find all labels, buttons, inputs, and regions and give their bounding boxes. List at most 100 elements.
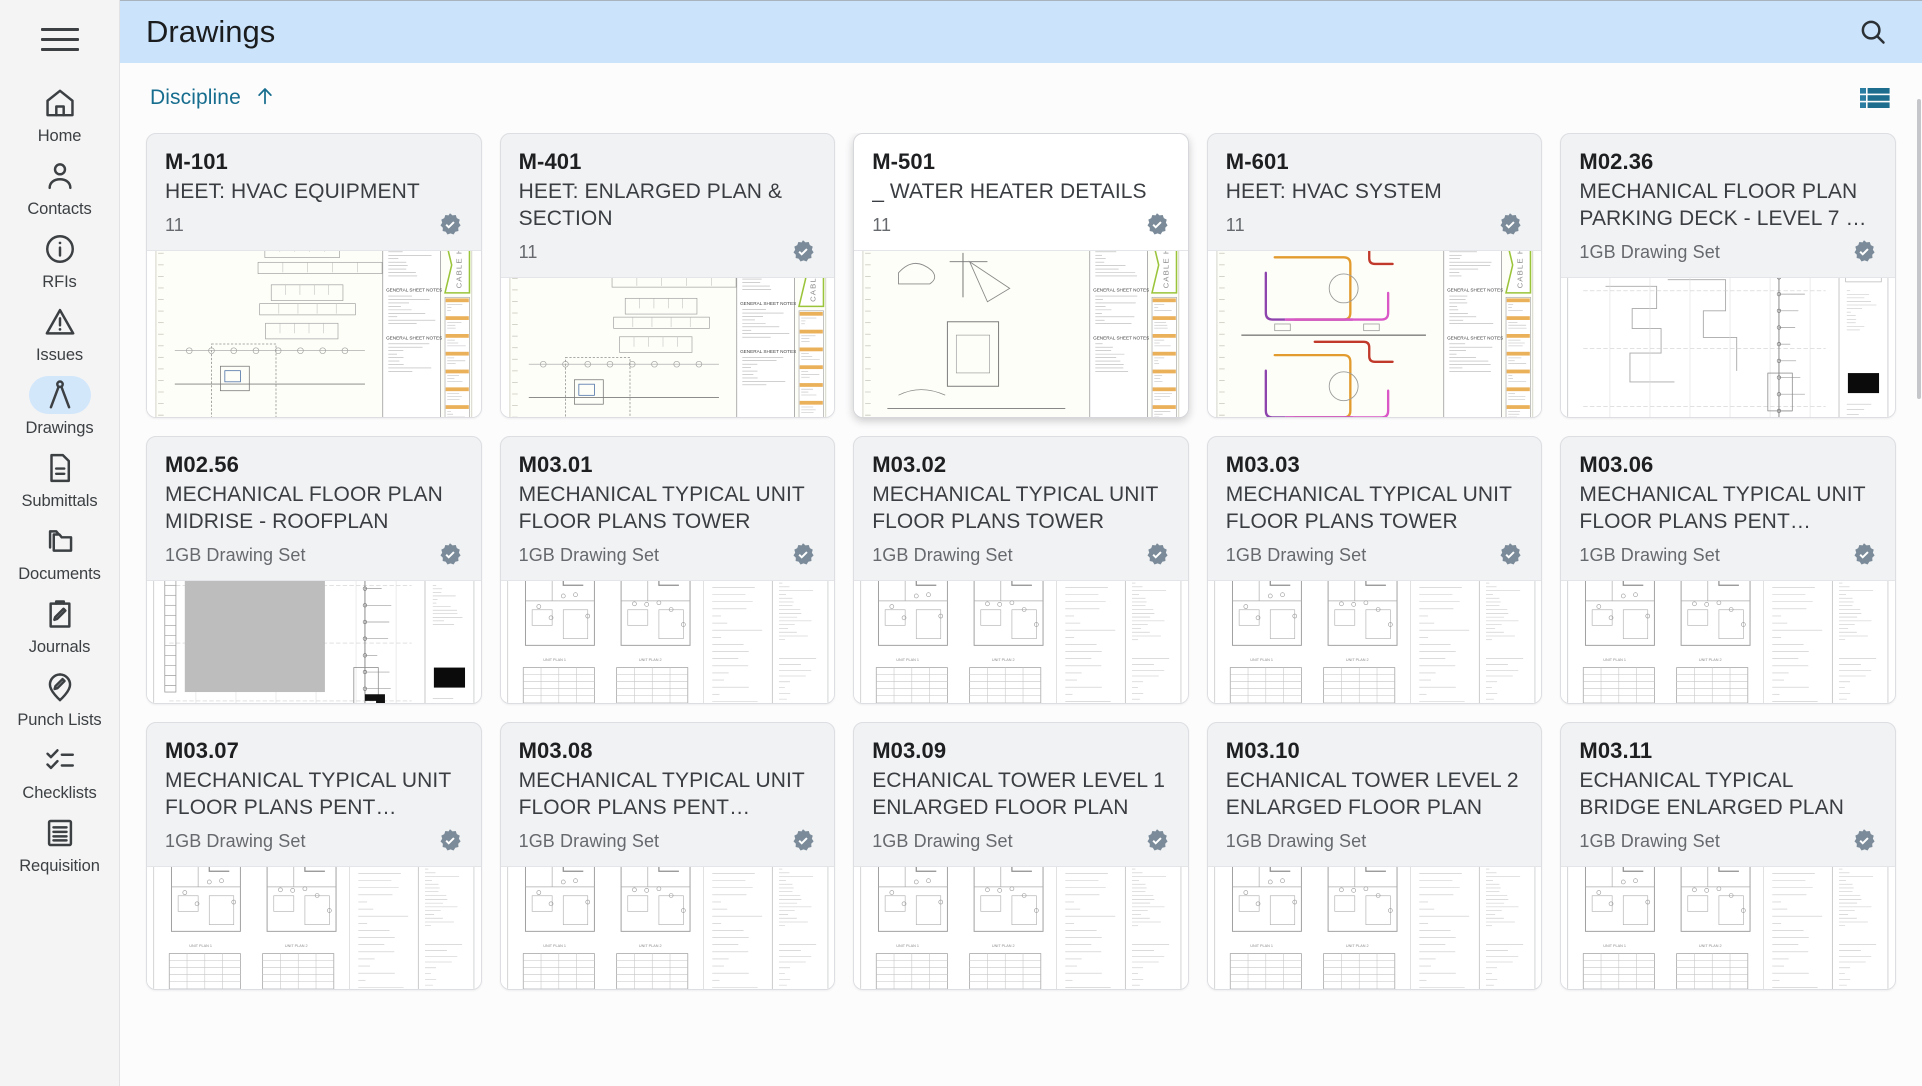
svg-text:GENERAL SHEET NOTES: GENERAL SHEET NOTES — [1093, 335, 1149, 340]
clipboard-pencil-icon — [29, 595, 91, 633]
verified-badge-icon — [1500, 213, 1522, 235]
drawing-thumbnail[interactable]: UNIT PLAN 1 UNIT PLAN 2 — [854, 866, 1188, 989]
drawing-thumbnail[interactable]: UNIT PLAN 1 UNIT PLAN 2 — [1561, 866, 1895, 989]
search-icon[interactable] — [1850, 9, 1896, 55]
drawing-card[interactable]: M03.06 MECHANICAL TYPICAL UNIT FLOOR PLAN… — [1560, 436, 1896, 704]
drawing-title: MECHANICAL TYPICAL UNIT FLOOR PLANS TOWE… — [518, 483, 805, 533]
sidebar-item-documents[interactable]: Documents — [0, 516, 119, 589]
svg-text:UNIT PLAN 1: UNIT PLAN 1 — [189, 944, 212, 948]
drawing-meta-row: 1GB Drawing Set — [1226, 826, 1524, 856]
sidebar-item-checklists[interactable]: Checklists — [0, 735, 119, 808]
sort-discipline-button[interactable]: Discipline — [150, 84, 276, 113]
svg-text:UNIT PLAN 2: UNIT PLAN 2 — [1346, 658, 1369, 662]
drawing-thumbnail[interactable]: UNIT PLAN 1 UNIT PLAN 2 — [854, 580, 1188, 703]
pin-pencil-icon — [29, 668, 91, 706]
sidebar-item-issues[interactable]: Issues — [0, 297, 119, 370]
drawing-card[interactable]: M02.36 MECHANICAL FLOOR PLAN PARKING DECK… — [1560, 133, 1896, 418]
drawing-code: M02.36 — [1579, 149, 1654, 174]
sidebar-item-requisition[interactable]: Requisition — [0, 808, 119, 881]
drawing-thumbnail[interactable] — [1561, 277, 1895, 417]
sidebar-item-home[interactable]: Home — [0, 78, 119, 151]
drawing-thumbnail[interactable]: UNIT PLAN 1 UNIT PLAN 2 — [1207, 580, 1542, 703]
verified-badge-icon — [1854, 240, 1875, 262]
verified-badge-icon — [440, 213, 461, 235]
drawing-card[interactable]: M03.01 MECHANICAL TYPICAL UNIT FLOOR PLAN… — [499, 436, 836, 704]
sidebar-item-label: Journals — [28, 638, 91, 656]
drawing-card[interactable]: M-501 _ WATER HEATER DETAILS 11 GENERAL SHE… — [853, 133, 1189, 418]
drawing-meta: 1GB Drawing Set — [1579, 830, 1720, 851]
drawing-card[interactable]: M03.08 MECHANICAL TYPICAL UNIT FLOOR PLAN… — [499, 722, 836, 990]
verified-badge-icon — [790, 542, 816, 568]
sidebar-item-punch-lists[interactable]: Punch Lists — [0, 662, 119, 735]
sidebar-item-label: Contacts — [27, 200, 92, 218]
drawing-thumbnail[interactable]: GENERAL SHEET NOTESGENERAL SHEET NOTESGE… — [1207, 250, 1542, 417]
drawing-preview-svg: UNIT PLAN 1 UNIT PLAN 2 — [854, 581, 1188, 703]
drawing-meta-row: 1GB Drawing Set — [519, 826, 817, 856]
svg-text:UNIT PLAN 2: UNIT PLAN 2 — [992, 944, 1015, 948]
drawing-meta: 11 — [1225, 214, 1245, 235]
hamburger-icon[interactable] — [32, 14, 88, 64]
drawing-card-header: M03.10 ECHANICAL TOWER LEVEL 2 ENLARGED F… — [1208, 723, 1542, 866]
sidebar-item-rfis[interactable]: RFIs — [0, 224, 119, 297]
drawing-thumbnail[interactable]: UNIT PLAN 1 UNIT PLAN 2 — [500, 580, 835, 703]
drawing-title: HEET: ENLARGED PLAN & SECTION — [518, 180, 783, 230]
drawing-preview-svg: GENERAL SHEET NOTESGENERAL SHEET NOTESGE… — [854, 251, 1188, 417]
drawing-thumbnail[interactable]: GENERAL SHEET NOTESGENERAL SHEET NOTESGE… — [147, 250, 481, 417]
sidebar-item-drawings[interactable]: Drawings — [0, 370, 119, 443]
drawing-code: M03.07 — [165, 738, 239, 763]
drawing-title: MECHANICAL TYPICAL UNIT FLOOR PLANS PENT… — [1579, 483, 1866, 533]
svg-text:GENERAL SHEET NOTES: GENERAL SHEET NOTES — [1093, 288, 1149, 293]
drawing-card[interactable]: M-101 HEET: HVAC EQUIPMENT 11 GENERAL SHEET… — [146, 133, 482, 418]
drawing-card[interactable]: M-401 HEET: ENLARGED PLAN & SECTION 11 GENE… — [499, 133, 836, 418]
drawing-code: M02.56 — [165, 452, 239, 477]
drawing-thumbnail[interactable]: UNIT PLAN 1 UNIT PLAN 2 — [1207, 866, 1542, 989]
drawing-card[interactable]: M03.07 MECHANICAL TYPICAL UNIT FLOOR PLAN… — [146, 722, 482, 990]
svg-text:UNIT PLAN 1: UNIT PLAN 1 — [1604, 658, 1627, 662]
verified-badge-icon — [440, 829, 461, 851]
drawing-card-header: M03.03 MECHANICAL TYPICAL UNIT FLOOR PLAN… — [1208, 437, 1542, 580]
drawing-preview-svg: GENERAL SHEET NOTESGENERAL SHEET NOTESGE… — [147, 251, 481, 417]
drawing-card[interactable]: M03.03 MECHANICAL TYPICAL UNIT FLOOR PLAN… — [1206, 436, 1543, 704]
svg-text:UNIT PLAN 1: UNIT PLAN 1 — [896, 658, 919, 662]
drawing-meta-row: 11 — [1226, 210, 1524, 240]
drawing-thumbnail[interactable]: UNIT PLAN 1 UNIT PLAN 2 — [147, 866, 481, 989]
drawing-card-header: M03.07 MECHANICAL TYPICAL UNIT FLOOR PLAN… — [147, 723, 481, 866]
sidebar-item-submittals[interactable]: Submittals — [0, 443, 119, 516]
drawing-meta-row: 1GB Drawing Set — [165, 826, 463, 856]
drawing-preview-svg: UNIT PLAN 1 UNIT PLAN 2 — [1561, 867, 1895, 989]
drawing-meta: 1GB Drawing Set — [872, 830, 1013, 851]
drawing-title: MECHANICAL TYPICAL UNIT FLOOR PLANS TOWE… — [872, 483, 1159, 533]
svg-text:UNIT PLAN 2: UNIT PLAN 2 — [992, 658, 1015, 662]
drawing-thumbnail[interactable]: GENERAL SHEET NOTESGENERAL SHEET NOTESGE… — [500, 277, 835, 417]
drawing-preview-svg — [147, 581, 481, 703]
list-view-icon[interactable] — [1858, 83, 1892, 113]
drawing-thumbnail[interactable]: GENERAL SHEET NOTESGENERAL SHEET NOTESGE… — [854, 250, 1188, 417]
drawing-card[interactable]: M03.11 ECHANICAL TYPICAL BRIDGE ENLARGED … — [1560, 722, 1896, 990]
svg-text:GENERAL SHEET NOTES: GENERAL SHEET NOTES — [386, 288, 442, 293]
drawing-meta: 11 — [165, 214, 184, 235]
scrollbar-thumb[interactable] — [1917, 99, 1921, 399]
drawing-card[interactable]: M-601 HEET: HVAC SYSTEM 11 GENERAL SHEET NO… — [1206, 133, 1543, 418]
page-header: Drawings — [120, 0, 1922, 63]
drawing-code: M03.11 — [1579, 738, 1653, 763]
svg-text:CABLE HOME: CABLE HOME — [1515, 251, 1524, 288]
vertical-scrollbar[interactable] — [1917, 63, 1922, 1086]
drawing-thumbnail[interactable]: UNIT PLAN 1 UNIT PLAN 2 — [500, 866, 835, 989]
drawing-title: HEET: HVAC SYSTEM — [1225, 180, 1442, 203]
svg-text:UNIT PLAN 2: UNIT PLAN 2 — [1699, 944, 1722, 948]
drawing-thumbnail[interactable] — [147, 580, 481, 703]
sidebar-item-journals[interactable]: Journals — [0, 589, 119, 662]
verified-badge-icon — [437, 212, 463, 238]
drawing-title: MECHANICAL FLOOR PLAN MIDRISE - ROOFPLAN — [165, 483, 443, 533]
info-circle-icon — [29, 230, 91, 268]
checklist-icon — [29, 741, 91, 779]
drawing-card[interactable]: M02.56 MECHANICAL FLOOR PLAN MIDRISE - RO… — [146, 436, 482, 704]
drawing-thumbnail[interactable]: UNIT PLAN 1 UNIT PLAN 2 — [1561, 580, 1895, 703]
drawing-title: ECHANICAL TOWER LEVEL 1 ENLARGED FLOOR P… — [872, 769, 1166, 819]
drawing-card[interactable]: M03.09 ECHANICAL TOWER LEVEL 1 ENLARGED F… — [853, 722, 1189, 990]
drawing-card[interactable]: M03.10 ECHANICAL TOWER LEVEL 2 ENLARGED F… — [1206, 722, 1543, 990]
hamburger-bar — [40, 37, 79, 41]
sidebar-item-contacts[interactable]: Contacts — [0, 151, 119, 224]
drawing-card[interactable]: M03.02 MECHANICAL TYPICAL UNIT FLOOR PLAN… — [853, 436, 1189, 704]
drawing-code: M-401 — [518, 149, 582, 174]
